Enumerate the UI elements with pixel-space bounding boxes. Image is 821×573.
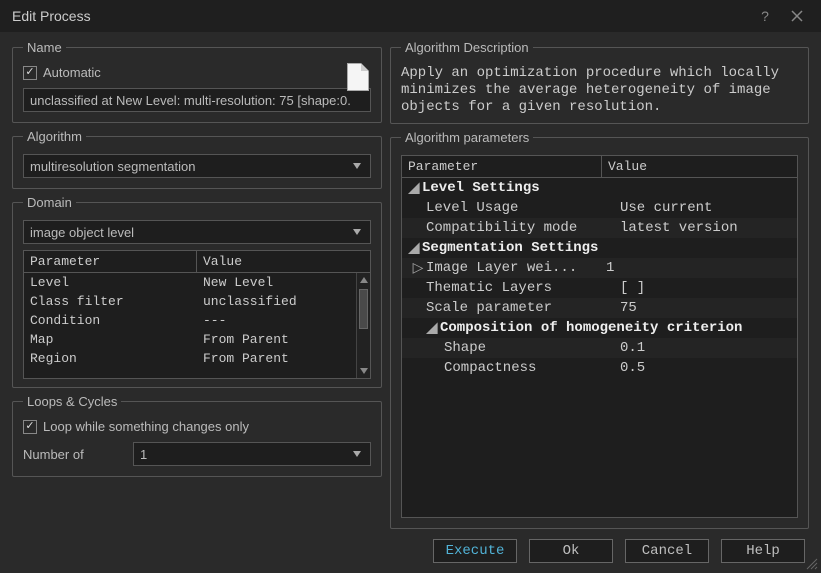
window-title: Edit Process [8,8,749,24]
tree-item[interactable]: ▷ Image Layer wei... 1 [402,258,797,278]
loop-label: Loop while something changes only [43,419,249,434]
parameters-legend: Algorithm parameters [401,130,533,145]
ok-button[interactable]: Ok [529,539,613,563]
domain-select[interactable]: image object level [23,220,371,244]
domain-col-parameter: Parameter [24,251,197,272]
domain-legend: Domain [23,195,76,210]
tree-item[interactable]: Compactness 0.5 [402,358,797,378]
collapse-icon[interactable]: ◢ [408,180,420,197]
name-legend: Name [23,40,66,55]
domain-value: image object level [30,225,134,240]
tree-item[interactable]: Scale parameter 75 [402,298,797,318]
page-icon[interactable] [347,63,369,91]
expand-icon[interactable]: ▷ [412,260,424,277]
help-button[interactable]: Help [721,539,805,563]
chevron-down-icon [348,155,366,177]
tree-item[interactable]: Level Usage Use current [402,198,797,218]
footer: Execute Ok Cancel Help [0,533,821,573]
execute-button[interactable]: Execute [433,539,517,563]
table-row[interactable]: Map From Parent [24,330,370,349]
description-group: Algorithm Description Apply an optimizat… [390,40,809,124]
loops-group: Loops & Cycles Loop while something chan… [12,394,382,477]
domain-group: Domain image object level Parameter Valu… [12,195,382,388]
loop-checkbox[interactable] [23,420,37,434]
params-col-parameter: Parameter [402,156,602,177]
scroll-thumb[interactable] [359,289,368,329]
scroll-down-icon[interactable] [357,364,371,378]
algorithm-select[interactable]: multiresolution segmentation [23,154,371,178]
tree-section[interactable]: ◢ Segmentation Settings [402,238,797,258]
number-of-select[interactable]: 1 [133,442,371,466]
tree-subsection[interactable]: ◢ Composition of homogeneity criterion [402,318,797,338]
parameters-group: Algorithm parameters Parameter Value ◢ L… [390,130,809,529]
titlebar: Edit Process ? [0,0,821,32]
chevron-down-icon [348,221,366,243]
domain-col-value: Value [197,251,370,272]
scrollbar[interactable] [356,273,370,378]
algorithm-value: multiresolution segmentation [30,159,195,174]
algorithm-legend: Algorithm [23,129,86,144]
params-col-value: Value [602,156,797,177]
parameters-grid[interactable]: Parameter Value ◢ Level Settings Level U… [401,155,798,518]
description-text: Apply an optimization procedure which lo… [401,65,798,113]
table-row[interactable]: Condition --- [24,311,370,330]
table-row[interactable]: Class filter unclassified [24,292,370,311]
domain-grid[interactable]: Parameter Value Level New Level Class fi… [23,250,371,379]
collapse-icon[interactable]: ◢ [408,240,420,257]
tree-item[interactable]: Shape 0.1 [402,338,797,358]
number-of-value: 1 [140,447,147,462]
automatic-checkbox[interactable] [23,66,37,80]
tree-item[interactable]: Compatibility mode latest version [402,218,797,238]
algorithm-group: Algorithm multiresolution segmentation [12,129,382,189]
number-of-label: Number of [23,447,123,462]
table-row[interactable]: Level New Level [24,273,370,292]
name-input[interactable]: unclassified at New Level: multi-resolut… [23,88,371,112]
automatic-label: Automatic [43,65,101,80]
table-row[interactable]: Region From Parent [24,349,370,368]
help-icon[interactable]: ? [749,0,781,32]
tree-section[interactable]: ◢ Level Settings [402,178,797,198]
scroll-up-icon[interactable] [357,273,371,287]
resize-grip-icon[interactable] [805,557,819,571]
close-icon[interactable] [781,0,813,32]
cancel-button[interactable]: Cancel [625,539,709,563]
description-legend: Algorithm Description [401,40,533,55]
chevron-down-icon [348,443,366,465]
collapse-icon[interactable]: ◢ [426,320,438,337]
tree-item[interactable]: Thematic Layers [ ] [402,278,797,298]
name-group: Name Automatic unclassified at New Level… [12,40,382,123]
loops-legend: Loops & Cycles [23,394,121,409]
